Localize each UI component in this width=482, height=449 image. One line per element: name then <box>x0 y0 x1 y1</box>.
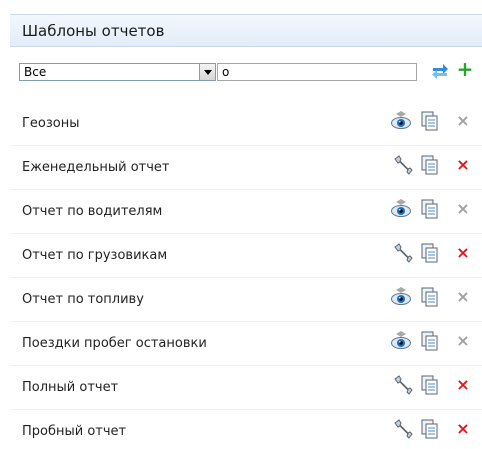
list-item[interactable]: Еженедельный отчет × <box>10 146 482 190</box>
copy-icon[interactable] <box>420 286 440 308</box>
list-item[interactable]: Отчет по грузовикам × <box>10 234 482 278</box>
search-input[interactable] <box>217 63 417 81</box>
list-item[interactable]: Пробный отчет × <box>10 410 482 449</box>
copy-icon[interactable] <box>420 242 440 264</box>
eye-icon[interactable] <box>390 286 411 308</box>
report-name: Еженедельный отчет <box>22 160 170 175</box>
copy-icon[interactable] <box>420 330 440 352</box>
wrench-icon[interactable] <box>392 374 413 396</box>
list-item[interactable]: Отчет по водителям × <box>10 190 482 234</box>
list-item[interactable]: Полный отчет × <box>10 366 482 410</box>
chevron-down-icon[interactable] <box>199 64 215 80</box>
close-icon: × <box>456 199 470 218</box>
close-icon: × <box>456 111 470 130</box>
close-icon[interactable]: × <box>456 377 470 393</box>
eye-icon[interactable] <box>390 330 411 352</box>
close-icon[interactable]: × <box>456 245 470 261</box>
plus-icon[interactable]: + <box>456 59 474 79</box>
copy-icon[interactable] <box>420 110 440 132</box>
eye-icon[interactable] <box>390 198 411 220</box>
filter-select[interactable]: Все <box>19 63 216 81</box>
report-name: Поездки пробег остановки <box>22 336 207 351</box>
close-icon[interactable]: × <box>456 157 470 173</box>
eye-icon[interactable] <box>390 110 411 132</box>
wrench-icon[interactable] <box>392 154 413 176</box>
list-item[interactable]: Геозоны × <box>10 102 482 146</box>
wrench-icon[interactable] <box>392 242 413 264</box>
list-item[interactable]: Отчет по топливу × <box>10 278 482 322</box>
report-name: Отчет по водителям <box>22 204 163 219</box>
panel-title: Шаблоны отчетов <box>22 22 165 40</box>
swap-arrows-icon[interactable] <box>430 60 450 80</box>
report-name: Отчет по топливу <box>22 292 144 307</box>
copy-icon[interactable] <box>420 154 440 176</box>
report-name: Отчет по грузовикам <box>22 248 168 263</box>
report-name: Полный отчет <box>22 380 119 395</box>
filter-select-value: Все <box>24 65 47 79</box>
report-name: Пробный отчет <box>22 424 127 439</box>
close-icon: × <box>456 287 470 306</box>
report-templates-panel: Шаблоны отчетов Все + Геозоны×Еженедельн… <box>0 0 482 449</box>
report-name: Геозоны <box>22 116 80 131</box>
close-icon[interactable]: × <box>456 421 470 437</box>
list-item[interactable]: Поездки пробег остановки × <box>10 322 482 366</box>
report-list: Геозоны × Еженедельный отчет × Отчет по води… <box>10 102 482 449</box>
close-icon: × <box>456 331 470 350</box>
copy-icon[interactable] <box>420 374 440 396</box>
copy-icon[interactable] <box>420 418 440 440</box>
wrench-icon[interactable] <box>392 418 413 440</box>
copy-icon[interactable] <box>420 198 440 220</box>
panel-header: Шаблоны отчетов <box>10 14 482 47</box>
filter-row: Все + <box>10 47 482 102</box>
